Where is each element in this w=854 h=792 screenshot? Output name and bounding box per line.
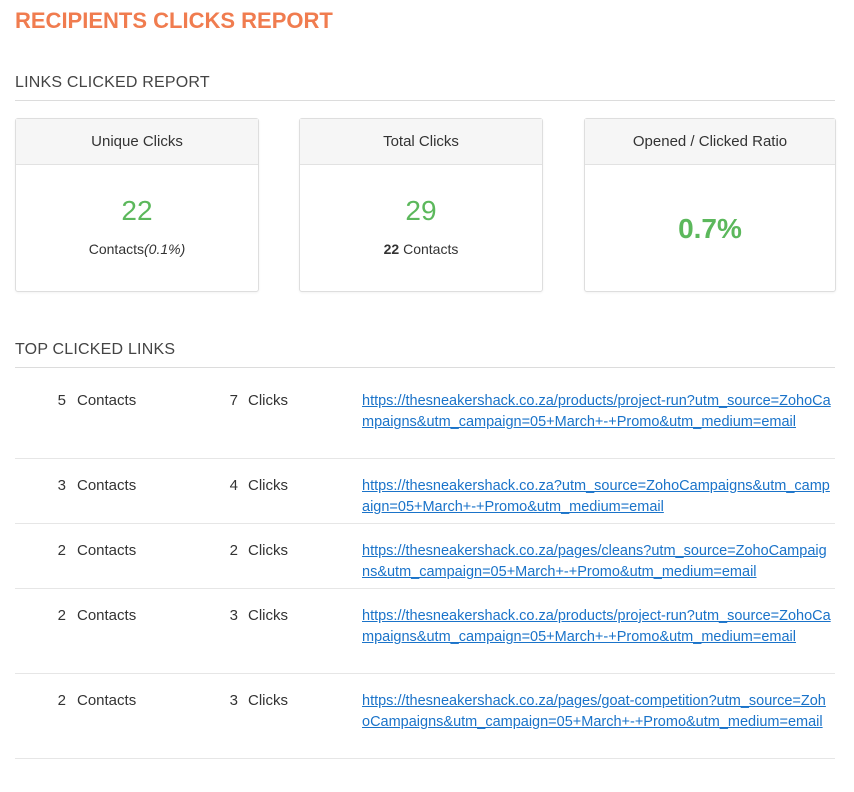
row-contacts-label: Contacts [77,477,137,494]
row-clicks-label: Clicks [248,477,288,494]
row-contacts-label: Contacts [77,607,137,624]
row-link[interactable]: https://thesneakershack.co.za?utm_source… [362,476,832,518]
total-clicks-card: Total Clicks 29 22 Contacts [299,118,543,292]
row-clicks-label: Clicks [248,392,288,409]
row-contacts-label: Contacts [77,692,137,709]
row-link[interactable]: https://thesneakershack.co.za/pages/clea… [362,541,832,583]
row-contacts-label: Contacts [77,542,137,559]
total-clicks-title: Total Clicks [300,119,542,165]
row-clicks-count: 2 [229,542,238,559]
unique-clicks-contacts-label: Contacts [88,241,144,257]
table-row: 5 Contacts 7 Clicks https://thesneakersh… [15,368,835,459]
row-contacts-count: 2 [57,692,66,709]
row-contacts-count: 2 [57,542,66,559]
table-row: 2 Contacts 3 Clicks https://thesneakersh… [15,589,835,674]
row-contacts-label: Contacts [77,392,137,409]
total-clicks-contacts-label: Contacts [399,241,459,257]
row-clicks-label: Clicks [248,542,288,559]
row-clicks-count: 7 [229,392,238,409]
links-clicked-report-heading: LINKS CLICKED REPORT [15,74,210,91]
row-link[interactable]: https://thesneakershack.co.za/products/p… [362,391,832,433]
row-clicks-label: Clicks [248,692,288,709]
unique-clicks-subtext: Contacts(0.1%) [16,241,258,257]
total-clicks-subtext: 22 Contacts [300,241,542,257]
row-contacts-count: 2 [57,607,66,624]
total-clicks-value: 29 [405,195,437,226]
row-clicks-count: 3 [229,607,238,624]
table-row: 2 Contacts 2 Clicks https://thesneakersh… [15,524,835,589]
row-contacts-count: 5 [57,392,66,409]
row-contacts-count: 3 [57,477,66,494]
total-clicks-contacts-count: 22 [383,241,400,257]
page-title: RECIPIENTS CLICKS REPORT [15,8,333,33]
table-row: 3 Contacts 4 Clicks https://thesneakersh… [15,459,835,524]
opened-clicked-ratio-card: Opened / Clicked Ratio 0.7% [584,118,836,292]
row-link[interactable]: https://thesneakershack.co.za/pages/goat… [362,691,832,733]
unique-clicks-value: 22 [121,195,153,226]
unique-clicks-title: Unique Clicks [16,119,258,165]
row-clicks-count: 3 [229,692,238,709]
row-link[interactable]: https://thesneakershack.co.za/products/p… [362,606,832,648]
row-clicks-count: 4 [229,477,238,494]
row-clicks-label: Clicks [248,607,288,624]
opened-clicked-ratio-value: 0.7% [678,213,742,244]
unique-clicks-card: Unique Clicks 22 Contacts(0.1%) [15,118,259,292]
top-clicked-links-heading: TOP CLICKED LINKS [15,341,176,358]
table-row: 2 Contacts 3 Clicks https://thesneakersh… [15,674,835,759]
unique-clicks-percent: (0.1%) [144,241,186,257]
opened-clicked-ratio-title: Opened / Clicked Ratio [585,119,835,165]
section-divider [15,100,835,101]
